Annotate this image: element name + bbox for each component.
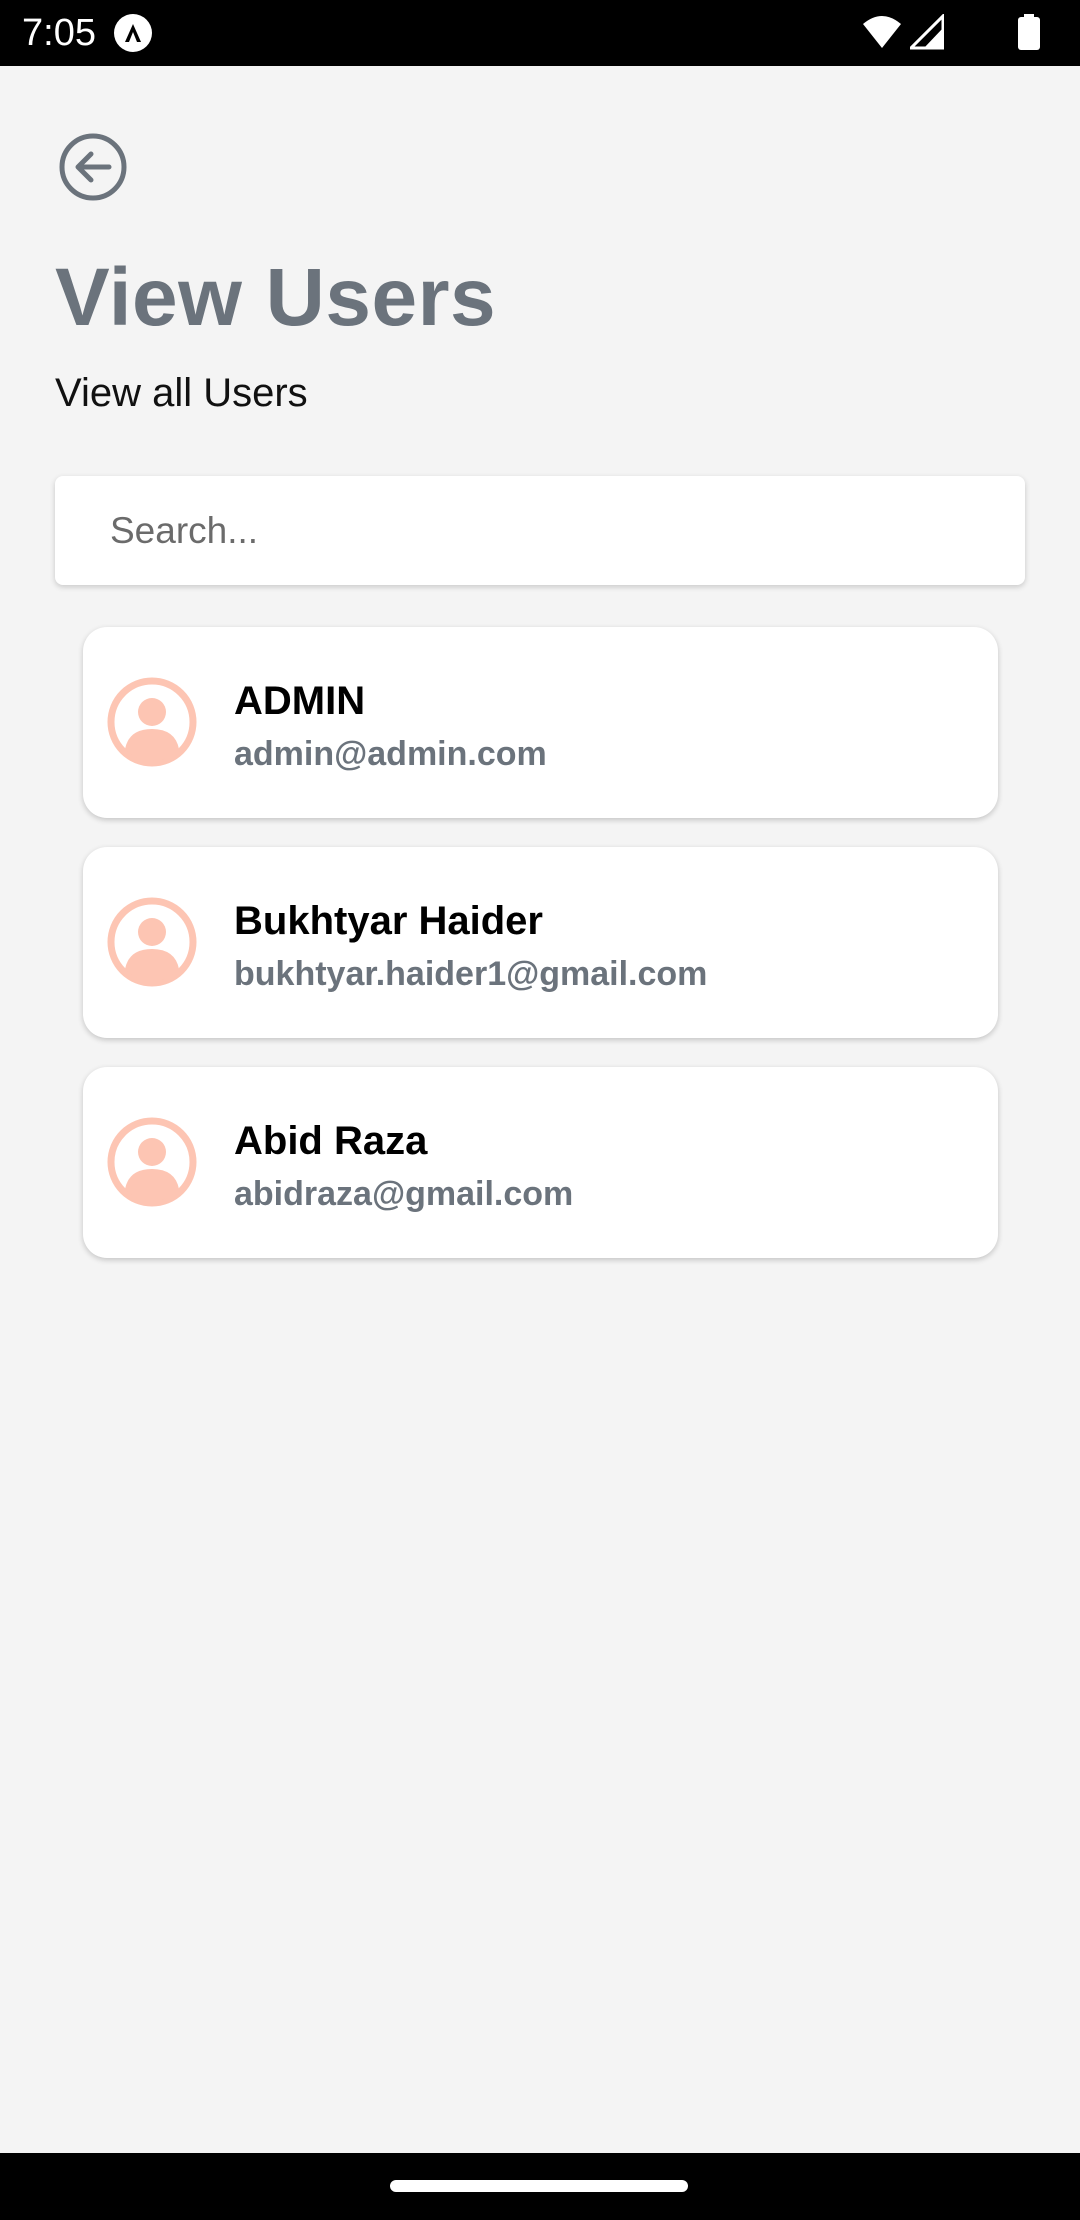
user-avatar-icon [107,897,197,987]
page-subtitle: View all Users [55,371,308,415]
user-name: Bukhtyar Haider [234,899,543,943]
signal-icon [910,14,944,50]
search-box [55,476,1025,585]
user-name: ADMIN [234,679,366,723]
user-card[interactable]: ADMIN admin@admin.com [83,627,998,818]
user-email: admin@admin.com [234,735,547,773]
status-bar: 7:05 [0,0,1080,66]
wifi-icon [863,16,901,48]
app-notification-icon [114,14,152,52]
user-list: ADMIN admin@admin.com Bukhtyar Haider bu… [83,627,998,1287]
battery-icon [1018,14,1040,50]
user-email: abidraza@gmail.com [234,1175,574,1213]
page-title: View Users [55,252,497,343]
user-email: bukhtyar.haider1@gmail.com [234,955,708,993]
user-card[interactable]: Abid Raza abidraza@gmail.com [83,1067,998,1258]
navigation-bar [0,2153,1080,2220]
back-arrow-icon[interactable] [58,132,128,202]
search-input[interactable] [55,476,1025,585]
user-avatar-icon [107,1117,197,1207]
home-indicator[interactable] [390,2180,688,2192]
user-card[interactable]: Bukhtyar Haider bukhtyar.haider1@gmail.c… [83,847,998,1038]
status-time: 7:05 [22,12,96,54]
user-avatar-icon [107,677,197,767]
user-name: Abid Raza [234,1119,428,1163]
